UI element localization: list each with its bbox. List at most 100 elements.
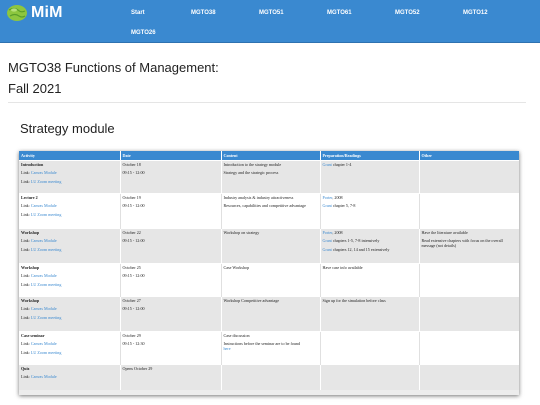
cell-activity: Workshop Link: Canvas Module Link: LU Zoom… bbox=[19, 262, 121, 296]
cell-line: Case seminar bbox=[21, 333, 118, 338]
nav-mgto51[interactable]: MGTO51 bbox=[259, 10, 284, 16]
cell-line: Grant chapter 5, 7-8 bbox=[323, 203, 417, 208]
cell-line: October 18 bbox=[123, 162, 219, 167]
nav-start[interactable]: Start bbox=[131, 10, 145, 16]
link-label: Link: bbox=[21, 374, 30, 379]
date-text: October 27 bbox=[122, 297, 141, 303]
activity-name: Introduction bbox=[21, 161, 44, 167]
cell-line: Link: Canvas Module bbox=[21, 273, 118, 278]
header-content: Content bbox=[221, 151, 321, 160]
cell-content: Workshop on strategy bbox=[221, 227, 321, 263]
reading-text: chapters 12, 14 and 15 extensively bbox=[331, 246, 390, 252]
cell-activity: Quiz Link: Canvas Module bbox=[19, 363, 121, 390]
cell-line: Grant chapter 1-4 bbox=[323, 162, 417, 167]
table-row: Case seminar Link: Canvas Module Link: LU … bbox=[19, 330, 519, 364]
link-label: Link: bbox=[21, 306, 30, 311]
cell-line: Link: LU Zoom meeting bbox=[21, 282, 118, 287]
cell-line: Link: LU Zoom meeting bbox=[21, 315, 118, 320]
cell-line: Grant chapters 1-5, 7-8 intensively bbox=[323, 238, 417, 243]
cell-line: Case Workshop bbox=[224, 265, 318, 270]
activity-name: Workshop bbox=[21, 297, 40, 303]
date-text: Opens October 29 bbox=[122, 365, 153, 371]
cell-line: October 27 bbox=[123, 298, 219, 303]
content-text: Strategy and the strategic process bbox=[223, 170, 279, 175]
cell-date: October 22 09:15 - 12:00 bbox=[120, 227, 222, 263]
top-navbar: MiM Start MGTO38 MGTO51 MGTO61 MGTO52 MG… bbox=[0, 0, 540, 43]
cell-line: Opens October 29 bbox=[123, 366, 219, 371]
table-row: Introduction Link: Canvas Module Link: LU … bbox=[19, 159, 519, 193]
activity-name: Lecture 2 bbox=[21, 194, 38, 200]
nav-mgto26[interactable]: MGTO26 bbox=[131, 30, 156, 36]
cell-date: October 29 09:15 - 12:30 bbox=[120, 330, 222, 364]
zoom-meeting-link[interactable]: LU Zoom meeting bbox=[31, 350, 61, 355]
brand-logo[interactable]: MiM bbox=[6, 3, 63, 23]
canvas-module-link[interactable]: Canvas Module bbox=[31, 273, 57, 278]
zoom-meeting-link[interactable]: LU Zoom meeting bbox=[31, 282, 61, 287]
cell-prep bbox=[320, 330, 420, 364]
table-row: Quiz Link: Canvas Module Opens October 29 bbox=[19, 363, 519, 390]
cell-line: Resources, capabilities and competitive … bbox=[224, 203, 318, 208]
cell-activity: Case seminar Link: Canvas Module Link: LU … bbox=[19, 330, 121, 364]
date-text: October 22 bbox=[122, 229, 141, 235]
nav-mgto38[interactable]: MGTO38 bbox=[191, 10, 216, 16]
reading-link[interactable]: Grant bbox=[323, 203, 332, 208]
canvas-module-link[interactable]: Canvas Module bbox=[31, 374, 57, 379]
time-text: 09:15 - 12:00 bbox=[122, 238, 145, 243]
link-label: Link: bbox=[21, 281, 30, 287]
cell-activity: Workshop Link: Canvas Module Link: LU Zoom… bbox=[19, 295, 121, 331]
content-text: Industry analysis & industry attractiven… bbox=[223, 194, 294, 200]
canvas-module-link[interactable]: Canvas Module bbox=[31, 306, 57, 311]
page-subtitle: Fall 2021 bbox=[8, 81, 62, 96]
cell-activity: Workshop Link: Canvas Module Link: LU Zoom… bbox=[19, 227, 121, 263]
reading-link[interactable]: Porter bbox=[323, 195, 333, 200]
time-text: 09:15 - 12:00 bbox=[122, 203, 145, 208]
content-text: Case discussion bbox=[223, 332, 250, 338]
cell-line: Case discussion bbox=[224, 333, 318, 338]
cell-activity: Lecture 2 Link: Canvas Module Link: LU Zoo… bbox=[19, 192, 121, 228]
time-text: 09:15 - 12:30 bbox=[122, 341, 145, 346]
reading-text: Have case info available bbox=[322, 264, 363, 270]
cell-date: October 25 09:15 - 12:00 bbox=[120, 262, 222, 296]
cell-line: Workshop bbox=[21, 265, 118, 270]
cell-line: Link: LU Zoom meeting bbox=[21, 247, 118, 252]
zoom-meeting-link[interactable]: LU Zoom meeting bbox=[31, 212, 61, 217]
canvas-module-link[interactable]: Canvas Module bbox=[31, 203, 57, 208]
cell-line: October 29 bbox=[123, 333, 219, 338]
cell-line: October 19 bbox=[123, 195, 219, 200]
reading-text: chapter 5, 7-8 bbox=[331, 203, 356, 208]
time-text: 09:15 - 12:00 bbox=[122, 273, 145, 278]
nav-mgto52[interactable]: MGTO52 bbox=[395, 10, 420, 16]
zoom-meeting-link[interactable]: LU Zoom meeting bbox=[31, 247, 61, 252]
nav-mgto12[interactable]: MGTO12 bbox=[463, 10, 488, 16]
cell-line: 09:15 - 12:30 bbox=[123, 341, 219, 346]
globe-icon bbox=[7, 5, 27, 21]
cell-line: Link: Canvas Module bbox=[21, 203, 118, 208]
nav-mgto61[interactable]: MGTO61 bbox=[327, 10, 352, 16]
time-text: 09:15 - 12:00 bbox=[122, 170, 145, 175]
reading-link[interactable]: Grant bbox=[323, 238, 332, 243]
date-text: October 25 bbox=[122, 264, 141, 270]
date-text: October 19 bbox=[122, 194, 141, 200]
cell-line: Link: Canvas Module bbox=[21, 341, 118, 346]
reading-link[interactable]: Porter bbox=[323, 230, 333, 235]
zoom-meeting-link[interactable]: LU Zoom meeting bbox=[31, 315, 61, 320]
canvas-module-link[interactable]: Canvas Module bbox=[31, 238, 57, 243]
zoom-meeting-link[interactable]: LU Zoom meeting bbox=[31, 179, 61, 184]
cell-prep bbox=[320, 363, 420, 390]
link-label: Link: bbox=[21, 178, 30, 184]
schedule-table-wrapper: Activity Date Content Preparation/Readin… bbox=[19, 151, 519, 395]
cell-line: 09:15 - 12:00 bbox=[123, 306, 219, 311]
cell-line: Read extensive chapters with focus on th… bbox=[422, 238, 517, 248]
instructions-link[interactable]: here bbox=[224, 346, 231, 351]
cell-other bbox=[419, 192, 519, 228]
cell-prep: Porter, 2008 Grant chapters 1-5, 7-8 inte… bbox=[320, 227, 420, 263]
activity-name: Workshop bbox=[21, 264, 40, 270]
reading-link[interactable]: Grant bbox=[323, 247, 332, 252]
cell-content: Case Workshop bbox=[221, 262, 321, 296]
cell-content: Industry analysis & industry attractiven… bbox=[221, 192, 321, 228]
reading-link[interactable]: Grant bbox=[323, 162, 332, 167]
cell-line: Link: Canvas Module bbox=[21, 170, 118, 175]
canvas-module-link[interactable]: Canvas Module bbox=[31, 341, 57, 346]
canvas-module-link[interactable]: Canvas Module bbox=[31, 170, 57, 175]
content-text: Resources, capabilities and competitive … bbox=[223, 203, 306, 208]
